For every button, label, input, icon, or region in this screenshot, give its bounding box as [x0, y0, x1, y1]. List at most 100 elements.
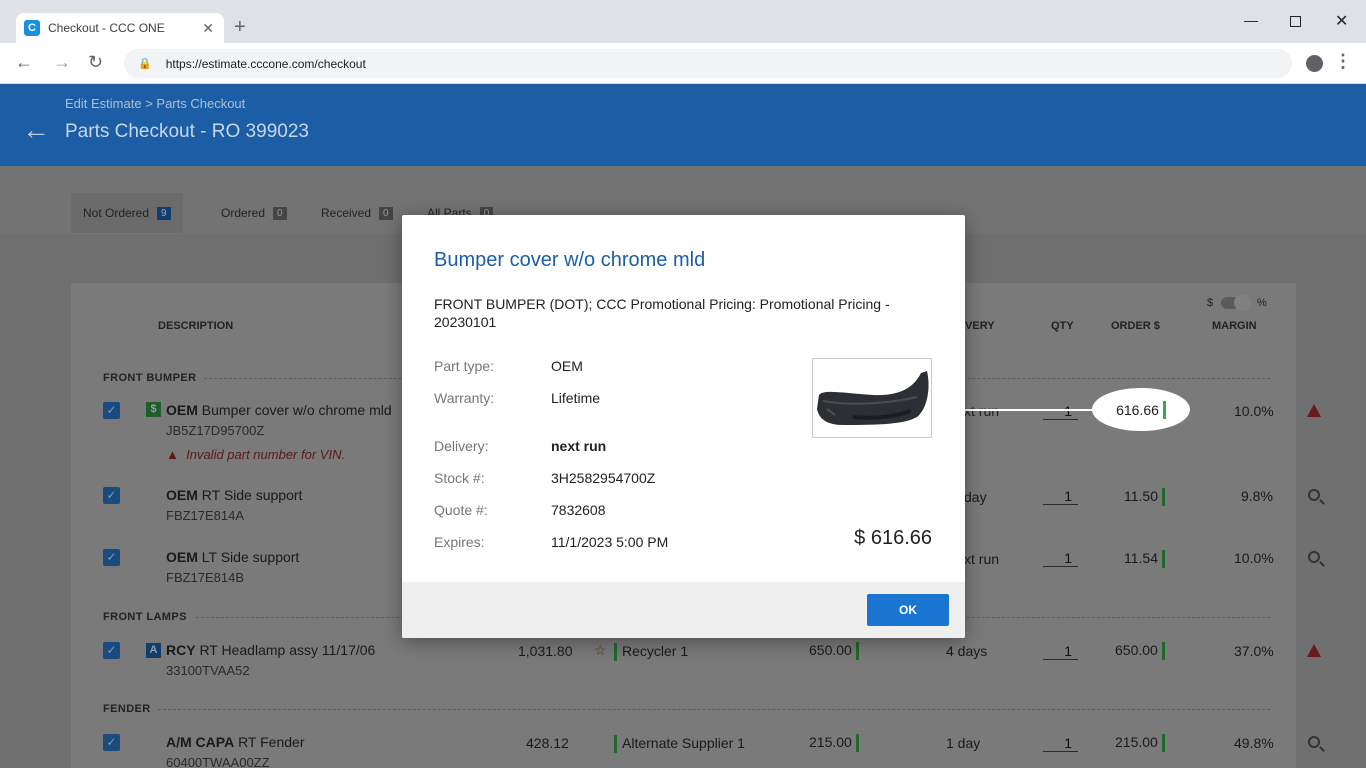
margin-cell: 9.8%	[1241, 488, 1273, 504]
delivery-cell: xt run	[964, 403, 1000, 419]
margin-cell: 37.0%	[1234, 643, 1274, 659]
delivery-value: next run	[551, 438, 607, 454]
col-order: ORDER $	[1111, 320, 1160, 332]
ok-button[interactable]: OK	[867, 594, 949, 626]
page-title: Parts Checkout - RO 399023	[65, 121, 309, 142]
back-icon[interactable]: ←	[15, 52, 33, 73]
tab-count: 9	[157, 206, 171, 220]
part-image	[812, 358, 932, 438]
browser-tabbar: C Checkout - CCC ONE ✕ + — ✕	[0, 0, 1366, 43]
row-alert-button[interactable]	[1296, 394, 1332, 426]
margin-bar	[1162, 488, 1165, 507]
alternate-part-icon: A	[146, 643, 161, 658]
qty-input[interactable]: 1	[1043, 550, 1078, 567]
row-search-button[interactable]	[1296, 479, 1332, 511]
cost-cell: 215.00	[809, 734, 859, 753]
browser-menu-icon[interactable]: ⋮	[1334, 51, 1352, 72]
alert-icon	[1307, 403, 1321, 417]
tab-count: 0	[273, 206, 287, 220]
cost-bar	[855, 642, 859, 661]
bumper-icon	[817, 371, 929, 425]
margin-bar	[1162, 400, 1166, 419]
qty-input[interactable]: 1	[1043, 643, 1078, 660]
row-alert-button[interactable]	[1296, 634, 1332, 666]
delivery-cell: 1 day	[946, 735, 981, 751]
margin-bar	[1161, 734, 1165, 753]
toggle-percent-label: %	[1257, 297, 1267, 309]
row-search-button[interactable]	[1296, 541, 1332, 573]
star-icon[interactable]: ☆	[594, 642, 607, 659]
qty-input[interactable]: 1	[1043, 735, 1078, 752]
toggle-knob	[1234, 294, 1251, 311]
minimize-icon[interactable]: —	[1244, 12, 1258, 28]
part-detail-modal: Bumper cover w/o chrome mld FRONT BUMPER…	[402, 215, 965, 638]
margin-cell: 10.0%	[1234, 403, 1274, 419]
tab-ordered[interactable]: Ordered 0	[209, 193, 299, 233]
modal-title: Bumper cover w/o chrome mld	[434, 249, 706, 271]
row-checkbox[interactable]: ✓	[103, 487, 120, 504]
quote-label: Quote #:	[434, 502, 488, 518]
forward-icon[interactable]: →	[53, 52, 71, 73]
tab-received[interactable]: Received 0	[309, 193, 405, 233]
col-margin: MARGIN	[1212, 320, 1257, 332]
modal-footer: OK	[402, 582, 965, 638]
list-price-cell: 1,031.80	[518, 643, 573, 659]
reload-icon[interactable]: ↻	[88, 52, 103, 73]
tab-not-ordered[interactable]: Not Ordered 9	[71, 193, 183, 233]
quote-value: 7832608	[551, 502, 606, 518]
row-checkbox[interactable]: ✓	[103, 549, 120, 566]
search-icon	[1308, 489, 1320, 501]
stock-label: Stock #:	[434, 470, 485, 486]
profile-icon[interactable]	[1306, 55, 1323, 72]
maximize-icon[interactable]	[1290, 16, 1301, 27]
tab-label: Ordered	[221, 206, 266, 220]
delivery-label: Delivery:	[434, 438, 489, 454]
supplier-bar	[614, 643, 617, 662]
close-tab-icon[interactable]: ✕	[202, 20, 214, 37]
part-name[interactable]: RCY RT Headlamp assy 11/17/06	[166, 642, 375, 658]
ccc-favicon-icon: C	[24, 20, 40, 36]
part-name[interactable]: OEM RT Side support	[166, 487, 302, 503]
margin-cell: 49.8%	[1234, 735, 1274, 751]
back-arrow-icon[interactable]: ←	[22, 114, 50, 146]
tab-label: Not Ordered	[83, 206, 150, 220]
modal-description: FRONT BUMPER (DOT); CCC Promotional Pric…	[434, 296, 890, 330]
row-checkbox[interactable]: ✓	[103, 402, 120, 419]
margin-cell: 10.0%	[1234, 550, 1274, 566]
row-checkbox[interactable]: ✓	[103, 734, 120, 751]
qty-input[interactable]: 1	[1043, 488, 1078, 505]
callout-value: 616.66	[1116, 401, 1159, 418]
part-name[interactable]: OEM LT Side support	[166, 549, 299, 565]
part-number: 60400TWAA00ZZ	[166, 755, 270, 768]
section-divider	[158, 709, 1270, 710]
row-checkbox[interactable]: ✓	[103, 642, 120, 659]
margin-bar	[1162, 550, 1165, 569]
callout-connector	[964, 409, 1094, 411]
stock-value: 3H2582954700Z	[551, 470, 656, 486]
supplier-cell: Recycler 1	[614, 643, 688, 662]
row-search-button[interactable]	[1296, 726, 1332, 758]
modal-price: $ 616.66	[854, 527, 932, 549]
new-tab-icon[interactable]: +	[234, 16, 246, 39]
margin-bar	[1161, 642, 1165, 661]
browser-addressbar: ← → ↻ 🔒 https://estimate.cccone.com/chec…	[0, 43, 1366, 84]
margin-toggle[interactable]	[1221, 294, 1251, 311]
section-front-lamps: FRONT LAMPS	[103, 611, 187, 623]
qty-input[interactable]: 1	[1043, 403, 1078, 420]
url-bar[interactable]: 🔒 https://estimate.cccone.com/checkout	[124, 49, 1292, 78]
supplier-cell: Alternate Supplier 1	[614, 735, 745, 754]
expires-value: 11/1/2023 5:00 PM	[551, 534, 669, 550]
browser-tab[interactable]: C Checkout - CCC ONE ✕	[16, 13, 224, 43]
cost-bar	[855, 734, 859, 753]
browser-tab-title: Checkout - CCC ONE	[48, 21, 165, 35]
part-type-value: OEM	[551, 358, 583, 374]
part-name[interactable]: OEM Bumper cover w/o chrome mld	[166, 402, 392, 418]
part-name[interactable]: A/M CAPA RT Fender	[166, 734, 304, 750]
part-number: 33100TVAA52	[166, 663, 250, 678]
col-qty: QTY	[1051, 320, 1074, 332]
close-window-icon[interactable]: ✕	[1335, 11, 1348, 31]
part-number: FBZ17E814A	[166, 508, 245, 523]
section-front-bumper: FRONT BUMPER	[103, 372, 197, 384]
breadcrumb[interactable]: Edit Estimate > Parts Checkout	[65, 96, 245, 111]
col-description: DESCRIPTION	[158, 320, 234, 332]
